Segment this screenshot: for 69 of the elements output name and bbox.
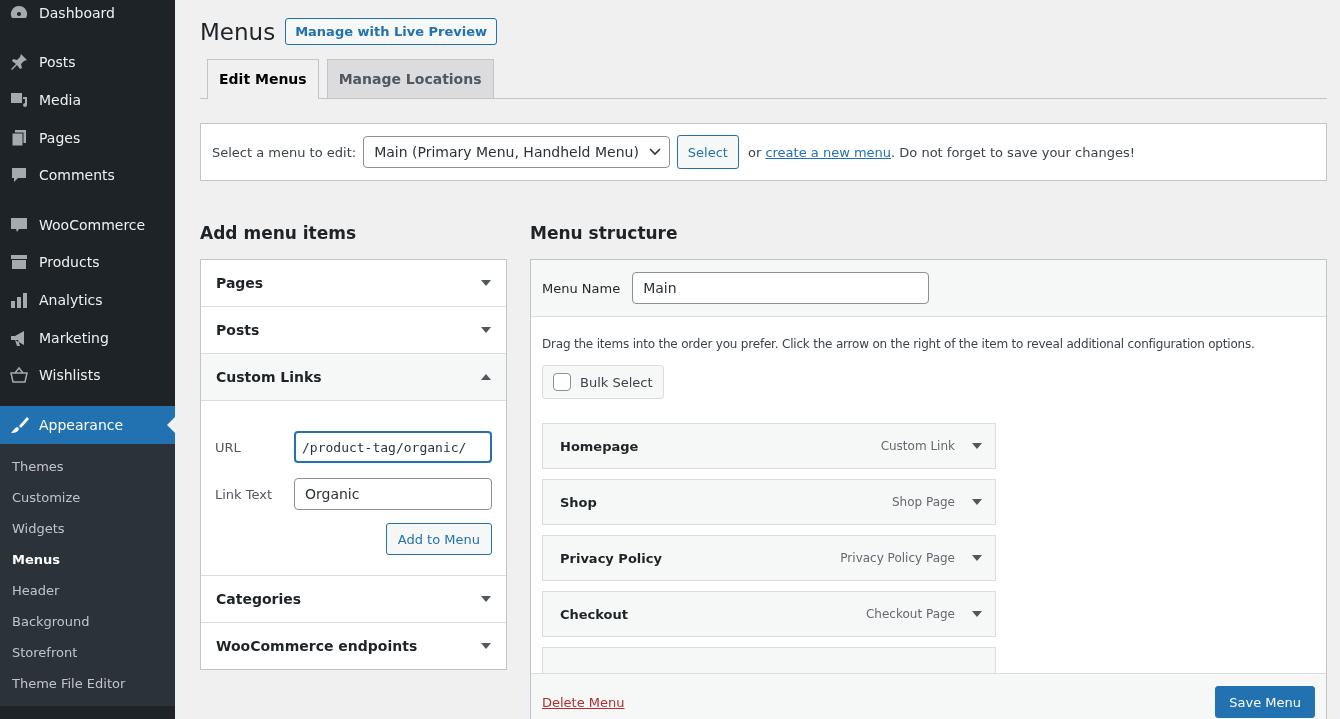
media-icon (9, 90, 29, 110)
accordion-header[interactable]: Custom Links (201, 354, 506, 401)
accordion-header[interactable]: Categories (201, 576, 506, 622)
sidebar-item[interactable]: Wishlists (0, 356, 175, 394)
caret-icon (972, 443, 982, 449)
menu-item-type: Shop Page (891, 495, 955, 509)
link-text-label: Link Text (215, 486, 274, 502)
menu-item-title: Privacy Policy (560, 550, 663, 566)
menu-name-field[interactable]: Main (632, 272, 930, 304)
submenu-item[interactable]: Customize (0, 481, 175, 513)
sidebar-item[interactable]: Dashboard (0, 0, 175, 32)
url-field[interactable]: /product-tag/organic/ (294, 431, 492, 463)
pin-icon (9, 52, 29, 73)
menu-item-bar[interactable]: Homepage Custom Link (542, 423, 996, 469)
sidebar-item[interactable]: WooCommerce (0, 205, 175, 244)
menu-dropdown[interactable]: Main (Primary Menu, Handheld Menu) (363, 136, 670, 168)
sidebar-item[interactable]: Posts (0, 43, 175, 82)
menu-item-type: Custom Link (880, 439, 955, 453)
caret-icon (972, 611, 982, 617)
add-to-menu-button[interactable]: Add to Menu (385, 523, 492, 555)
section-heading: Add menu items (200, 223, 358, 245)
save-menu-button[interactable]: Save Menu (1215, 686, 1315, 718)
submenu-item[interactable]: Background (0, 605, 175, 637)
caret-icon (972, 555, 982, 561)
submenu-item[interactable]: Themes (0, 450, 175, 482)
url-label: URL (215, 439, 242, 455)
basket-icon (9, 365, 29, 386)
sidebar-item[interactable]: Marketing (0, 318, 175, 357)
link-text-field[interactable]: Organic (294, 478, 492, 510)
submenu-item[interactable]: Widgets (0, 512, 175, 544)
section-heading: Menu structure (530, 223, 679, 245)
sidebar-item[interactable]: Pages (0, 118, 175, 157)
menu-item-title: Checkout (560, 606, 629, 622)
menu-item-bar[interactable]: Shop Shop Page (542, 479, 996, 525)
accordion-header[interactable]: Posts (201, 307, 506, 353)
page-title: Menus (200, 18, 276, 45)
sidebar-item[interactable]: Analytics (0, 281, 175, 319)
menu-item-bar[interactable]: Privacy Policy Privacy Policy Page (542, 535, 996, 581)
submenu-item[interactable]: Storefront (0, 636, 175, 668)
create-menu-text: or create a new menu. Do not forget to save your changes! (747, 144, 1135, 160)
caret-icon (972, 499, 982, 505)
sidebar-item[interactable]: Media (0, 81, 175, 119)
live-preview-button[interactable]: Manage with Live Preview (285, 18, 498, 45)
tab[interactable]: Edit Menus (207, 59, 319, 99)
create-menu-link[interactable]: create a new menu (765, 144, 892, 160)
select-label: Select a menu to edit: (212, 144, 357, 160)
sidebar-item[interactable]: Appearance (0, 405, 175, 444)
select-button[interactable]: Select (676, 135, 739, 169)
submenu-item[interactable]: Menus (0, 543, 175, 575)
menu-item-title: Homepage (560, 438, 640, 454)
bulk-select-button[interactable]: Bulk Select (542, 365, 664, 399)
pages-icon (9, 127, 29, 148)
menu-item-type: Privacy Policy Page (840, 551, 955, 565)
sidebar-item[interactable]: Comments (0, 156, 175, 194)
sidebar-item[interactable]: Products (0, 243, 175, 282)
menu-name-label: Menu Name (542, 280, 621, 296)
accordion-header[interactable]: Pages (201, 260, 506, 306)
tab[interactable]: Manage Locations (326, 59, 494, 98)
menu-item-bar[interactable]: Checkout Checkout Page (542, 591, 996, 637)
instructions-text: Drag the items into the order you prefer. Click the arrow on the right of the item to reveal additional configuration options. (542, 337, 1256, 351)
brush-icon (9, 414, 29, 435)
accordion-header[interactable]: WooCommerce endpoints (201, 623, 506, 669)
checkbox[interactable] (553, 373, 571, 391)
menu-item-title: Shop (560, 494, 598, 510)
submenu-item[interactable]: Header (0, 574, 175, 606)
chevron-icon (648, 148, 661, 156)
delete-menu-link[interactable]: Delete Menu (542, 694, 625, 710)
menu-item-type: Checkout Page (866, 607, 955, 621)
submenu-item[interactable]: Theme File Editor (0, 667, 175, 699)
